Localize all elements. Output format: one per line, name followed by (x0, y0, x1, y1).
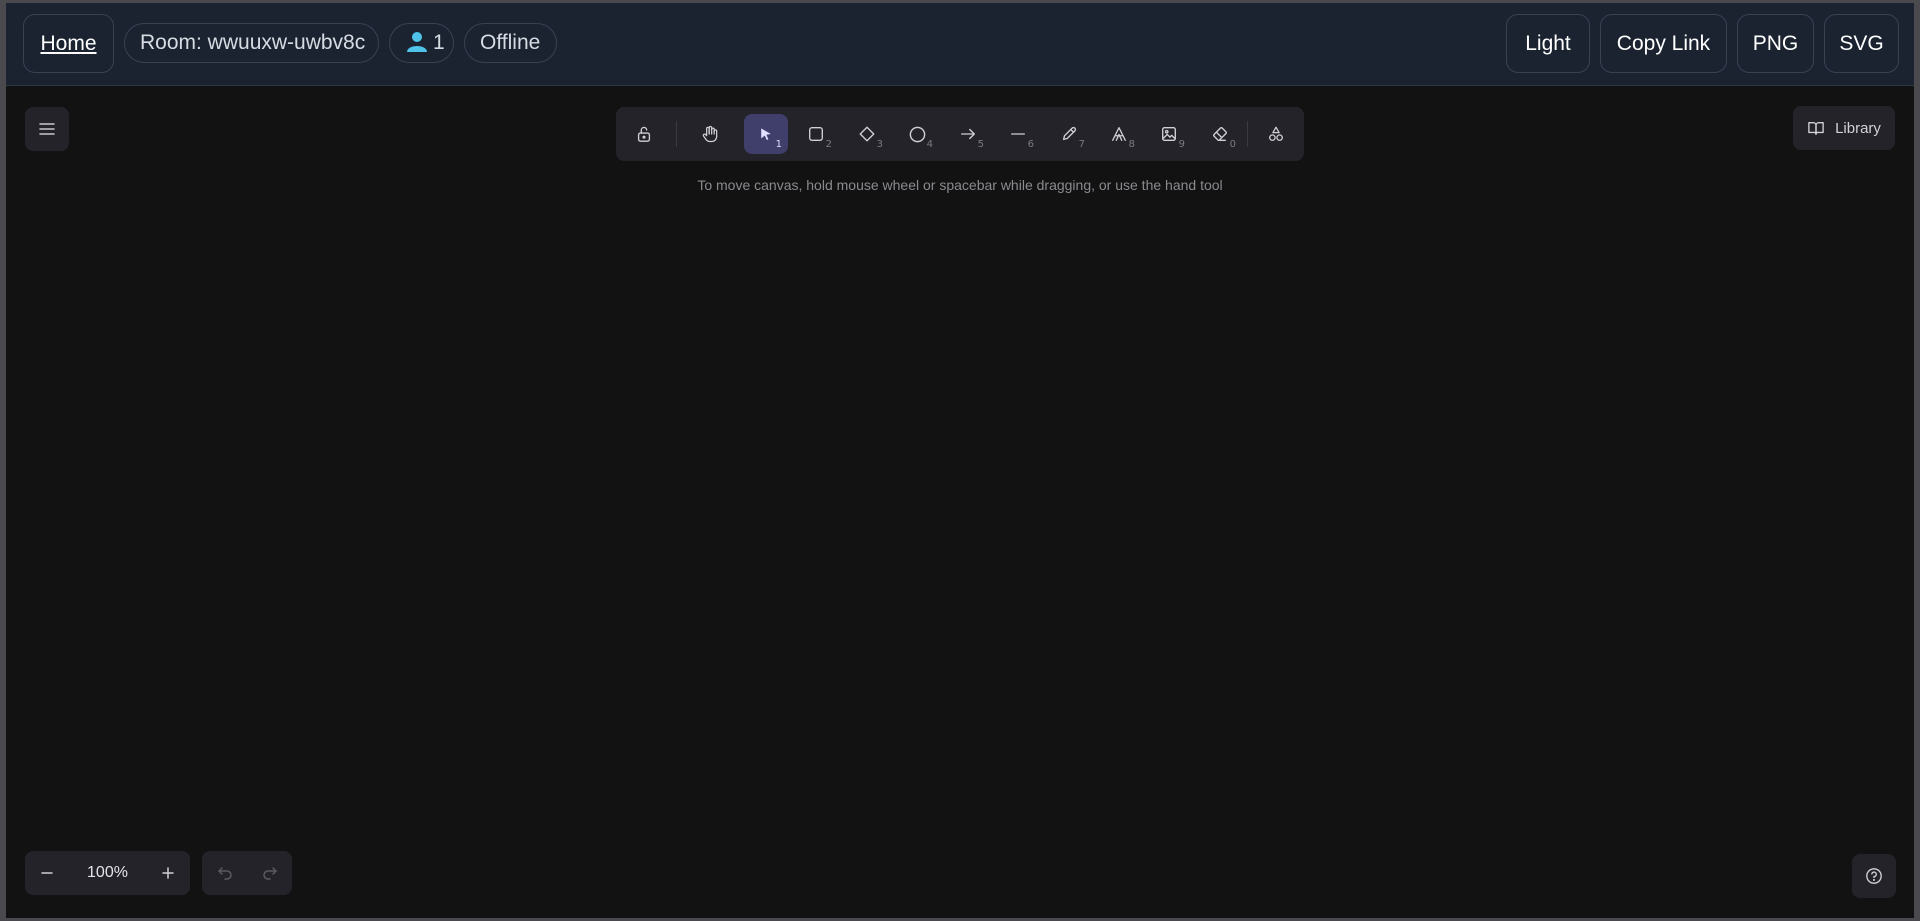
undo-icon (217, 866, 233, 880)
export-svg-label: SVG (1839, 32, 1884, 55)
redo-icon (262, 866, 278, 880)
top-header: Home Room: wwuuxw-uwbv8c 1 Offline Light… (6, 3, 1914, 86)
tool-more-shapes[interactable] (1254, 114, 1298, 154)
tool-shortcut: 4 (926, 139, 933, 150)
diamond-icon (858, 125, 876, 143)
arrow-right-icon (959, 125, 977, 143)
export-svg-button[interactable]: SVG (1824, 14, 1899, 73)
export-png-button[interactable]: PNG (1737, 14, 1814, 73)
toolbar-divider (676, 121, 677, 147)
tool-shortcut: 9 (1178, 139, 1185, 150)
help-button[interactable] (1852, 854, 1896, 898)
home-link[interactable]: Home (40, 32, 96, 55)
app-window: Home Room: wwuuxw-uwbv8c 1 Offline Light… (6, 3, 1914, 918)
shape-toolbar: 1 2 3 4 5 6 7 8 9 0 (616, 107, 1304, 161)
eraser-icon (1211, 125, 1229, 143)
connection-status-label: Offline (480, 31, 541, 54)
toolbar-divider (1247, 121, 1248, 147)
tool-shortcut: 6 (1027, 139, 1034, 150)
line-icon (1009, 125, 1027, 143)
square-icon (807, 125, 825, 143)
tool-hand[interactable] (688, 114, 732, 154)
pencil-icon (1060, 125, 1078, 143)
zoom-level[interactable]: 100% (69, 851, 146, 895)
undo-button[interactable] (202, 851, 247, 895)
plus-icon (161, 866, 175, 880)
tool-shortcut: 3 (876, 139, 883, 150)
tool-image[interactable]: 9 (1147, 114, 1191, 154)
tool-text[interactable]: 8 (1097, 114, 1141, 154)
image-icon (1160, 125, 1178, 143)
history-controls (202, 851, 292, 895)
tool-shortcut: 1 (775, 139, 782, 150)
tool-shortcut: 8 (1128, 139, 1135, 150)
minus-icon (40, 866, 54, 880)
user-icon (405, 29, 429, 53)
export-png-label: PNG (1752, 32, 1799, 55)
tool-shortcut: 2 (825, 139, 832, 150)
tool-lock[interactable] (622, 114, 666, 154)
users-count: 1 (433, 31, 445, 54)
shapes-icon (1267, 125, 1285, 143)
main-menu-button[interactable] (25, 107, 69, 151)
book-icon (1807, 120, 1825, 136)
tool-shortcut: 0 (1229, 139, 1236, 150)
canvas-hint: To move canvas, hold mouse wheel or spac… (697, 177, 1223, 193)
zoom-controls: 100% (25, 851, 190, 895)
redo-button[interactable] (247, 851, 292, 895)
tool-draw[interactable]: 7 (1047, 114, 1091, 154)
tool-line[interactable]: 6 (996, 114, 1040, 154)
text-icon (1110, 125, 1128, 143)
tool-rectangle[interactable]: 2 (794, 114, 838, 154)
theme-toggle-label: Light (1525, 32, 1571, 55)
tool-shortcut: 5 (977, 139, 984, 150)
tool-selection[interactable]: 1 (744, 114, 788, 154)
library-label: Library (1835, 119, 1881, 137)
lock-icon (635, 125, 653, 143)
connection-status-badge: Offline (464, 23, 557, 63)
hand-icon (700, 124, 720, 144)
circle-icon (908, 125, 927, 144)
tool-shortcut: 7 (1078, 139, 1085, 150)
help-icon (1865, 867, 1883, 885)
tool-eraser[interactable]: 0 (1198, 114, 1242, 154)
room-label: Room: wwuuxw-uwbv8c (140, 31, 366, 54)
zoom-out-button[interactable] (25, 851, 69, 895)
theme-toggle-button[interactable]: Light (1506, 14, 1590, 73)
home-button[interactable]: Home (23, 14, 114, 73)
library-button[interactable]: Library (1793, 106, 1895, 150)
hamburger-icon (39, 122, 55, 136)
tool-diamond[interactable]: 3 (845, 114, 889, 154)
copy-link-label: Copy Link (1616, 32, 1711, 55)
copy-link-button[interactable]: Copy Link (1600, 14, 1727, 73)
zoom-in-button[interactable] (146, 851, 190, 895)
tool-arrow[interactable]: 5 (946, 114, 990, 154)
room-badge: Room: wwuuxw-uwbv8c (124, 23, 379, 63)
pointer-icon (758, 126, 774, 142)
tool-ellipse[interactable]: 4 (895, 114, 939, 154)
users-badge[interactable]: 1 (389, 23, 454, 63)
